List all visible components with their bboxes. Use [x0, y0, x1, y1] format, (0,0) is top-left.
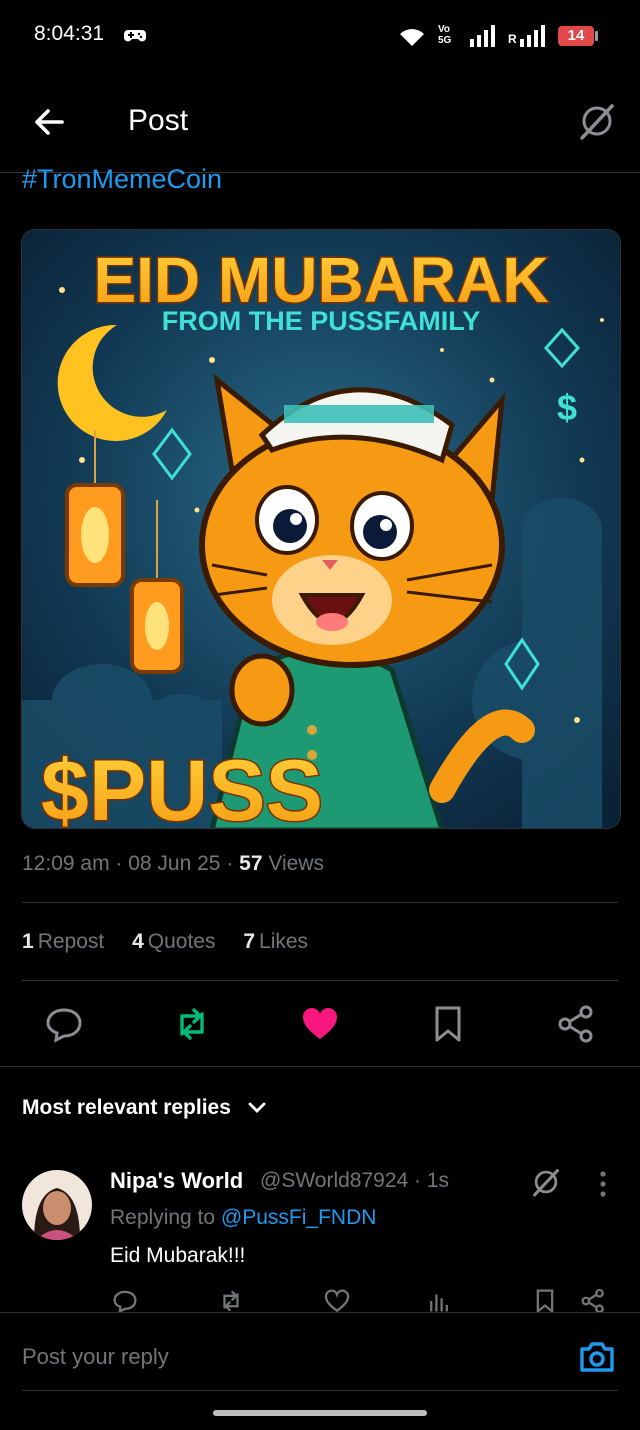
battery-icon: 14: [558, 26, 594, 46]
image-ticker: $PUSS: [41, 743, 323, 828]
reply-text: Eid Mubarak!!!: [110, 1244, 246, 1267]
grok-icon[interactable]: [576, 100, 618, 142]
repost-icon[interactable]: [172, 1004, 212, 1044]
likes-stat[interactable]: 7 Likes: [243, 930, 308, 953]
wifi-icon: [400, 29, 424, 46]
post-image[interactable]: $ EID MUBARAK FROM THE PUSSFAMILY $PUSS: [21, 229, 621, 829]
page-title: Post: [128, 104, 189, 137]
roaming-indicator: R: [508, 32, 517, 46]
like-icon[interactable]: [300, 1004, 340, 1044]
camera-icon[interactable]: [578, 1340, 616, 1374]
reply-sort-label: Most relevant replies: [22, 1096, 231, 1119]
repost-icon[interactable]: [218, 1288, 244, 1314]
bookmark-icon[interactable]: [532, 1288, 558, 1314]
home-indicator[interactable]: [213, 1410, 427, 1416]
back-arrow-icon[interactable]: [30, 102, 70, 142]
top-bar: [0, 72, 640, 173]
battery-tip: [595, 31, 598, 41]
views-label: Views: [268, 852, 324, 875]
svg-text:$: $: [557, 387, 577, 428]
reposts-stat[interactable]: 1 Repost: [22, 930, 104, 953]
chevron-down-icon: [248, 1103, 266, 1114]
composer-underline: [22, 1390, 618, 1391]
image-subline: FROM THE PUSSFAMILY: [162, 306, 481, 336]
battery-level: 14: [567, 27, 585, 44]
quotes-stat[interactable]: 4 Quotes: [132, 930, 215, 953]
status-time: 8:04:31: [34, 22, 105, 45]
post-timestamp-line: 12:09 am · 08 Jun 25 · 57 Views: [22, 852, 324, 875]
divider: [0, 1066, 640, 1067]
gamepad-icon: [124, 30, 146, 42]
like-icon[interactable]: [324, 1288, 350, 1314]
views-icon[interactable]: [426, 1288, 452, 1314]
reply-sort-dropdown[interactable]: Most relevant replies: [22, 1096, 267, 1120]
reply-icon[interactable]: [44, 1004, 84, 1044]
reply-icon[interactable]: [112, 1288, 138, 1314]
replying-to-link[interactable]: @PussFi_FNDN: [221, 1206, 377, 1229]
post-date: 08 Jun 25: [128, 852, 221, 875]
divider: [22, 902, 618, 903]
engagement-stats: 1 Repost 4 Quotes 7 Likes: [22, 930, 330, 954]
hashtag-link[interactable]: #TronMemeCoin: [22, 164, 222, 194]
reply-author-handle[interactable]: @SWorld87924 · 1s: [260, 1169, 449, 1193]
eid-mubarak-artwork: $ EID MUBARAK FROM THE PUSSFAMILY $PUSS: [22, 230, 620, 828]
bookmark-icon[interactable]: [428, 1004, 468, 1044]
reply-input[interactable]: Post your reply: [22, 1344, 169, 1370]
signal-icon: [470, 25, 495, 47]
signal-icon-2: [520, 25, 545, 47]
share-icon[interactable]: [580, 1288, 606, 1314]
reply-author-name[interactable]: Nipa's World: [110, 1168, 243, 1194]
grok-icon[interactable]: [530, 1166, 562, 1198]
share-icon[interactable]: [556, 1004, 596, 1044]
network-type: Vo 5G: [438, 24, 452, 46]
views-count: 57: [239, 852, 263, 875]
replying-to-line: Replying to @PussFi_FNDN: [110, 1206, 377, 1229]
more-options-icon[interactable]: [596, 1170, 610, 1198]
post-time: 12:09 am: [22, 852, 110, 875]
divider: [22, 980, 618, 981]
avatar[interactable]: [22, 1170, 92, 1240]
